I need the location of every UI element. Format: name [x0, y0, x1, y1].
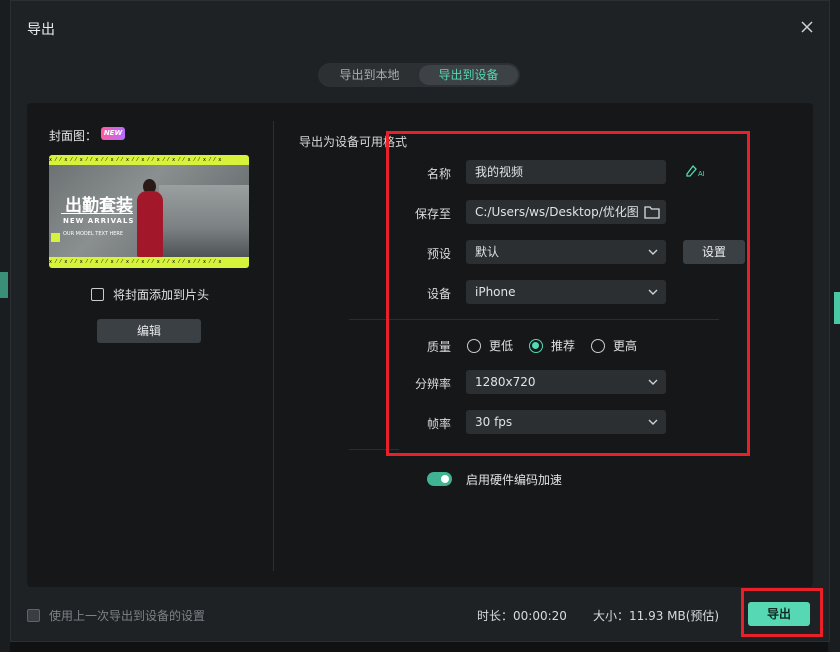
thumbnail-person — [137, 191, 163, 257]
panel-divider — [273, 121, 274, 571]
remember-settings-label: 使用上一次导出到设备的设置 — [49, 609, 206, 623]
export-mode-tabs: 导出到本地 导出到设备 — [318, 63, 520, 87]
cover-label: 封面图： — [49, 129, 98, 143]
tab-export-device[interactable]: 导出到设备 — [419, 65, 518, 85]
annotation-highlight-box — [741, 588, 823, 637]
new-badge: NEW — [101, 127, 125, 140]
size-text: 大小：11.93 MB(预估) — [593, 609, 720, 623]
dialog-title: 导出 — [27, 22, 55, 38]
checkbox-box[interactable] — [91, 288, 104, 301]
cover-thumbnail[interactable]: x ⁄ ⁄ x ⁄ ⁄ x ⁄ ⁄ x ⁄ ⁄ x ⁄ ⁄ x ⁄ ⁄ x ⁄ … — [49, 155, 249, 268]
edit-cover-button[interactable]: 编辑 — [97, 319, 201, 343]
background-app-left — [0, 0, 10, 652]
thumbnail-office-bg — [159, 185, 249, 257]
add-cover-checkbox[interactable]: 将封面添加到片头 — [91, 286, 209, 303]
tab-export-local[interactable]: 导出到本地 — [320, 65, 419, 85]
thumbnail-image: 出勤套装 NEW ARRIVALS OUR MODEL TEXT HERE — [49, 165, 249, 257]
toggle-knob — [441, 475, 449, 483]
background-app-accent — [0, 272, 8, 298]
remember-settings-checkbox[interactable]: 使用上一次导出到设备的设置 — [27, 607, 205, 624]
duration-text: 时长：00:00:20 — [477, 609, 567, 623]
add-cover-label: 将封面添加到片头 — [113, 288, 210, 302]
dialog-titlebar: 导出 — [11, 1, 829, 55]
close-icon[interactable] — [799, 19, 815, 35]
thumbnail-title: 出勤套装 — [65, 196, 133, 216]
background-app-accent — [834, 292, 840, 324]
thumbnail-subtitle: NEW ARRIVALS — [63, 217, 135, 225]
thumbnail-top-strip: x ⁄ ⁄ x ⁄ ⁄ x ⁄ ⁄ x ⁄ ⁄ x ⁄ ⁄ x ⁄ ⁄ x ⁄ … — [49, 157, 223, 163]
checkbox-box[interactable] — [27, 609, 40, 622]
annotation-highlight-box — [386, 131, 750, 456]
hw-accel-toggle[interactable] — [427, 472, 452, 486]
thumbnail-square — [51, 233, 60, 242]
thumbnail-bottom-strip: x ⁄ ⁄ x ⁄ ⁄ x ⁄ ⁄ x ⁄ ⁄ x ⁄ ⁄ x ⁄ ⁄ x ⁄ … — [49, 259, 223, 265]
hw-accel-label: 启用硬件编码加速 — [466, 473, 563, 487]
thumbnail-small-text: OUR MODEL TEXT HERE — [63, 231, 124, 237]
